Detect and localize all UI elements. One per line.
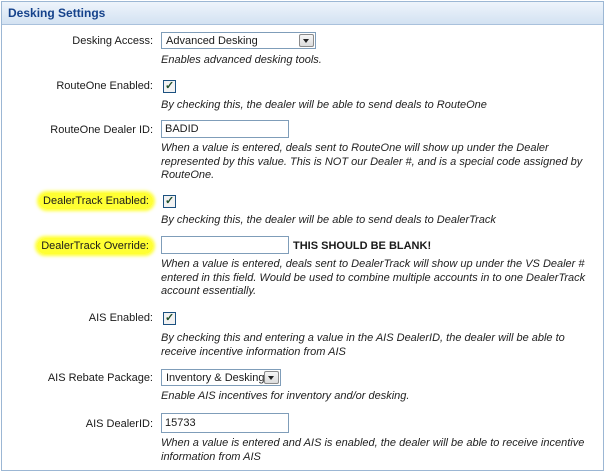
- desking-access-select[interactable]: Advanced Desking: [161, 32, 316, 49]
- routeone-enabled-checkbox[interactable]: ✓: [163, 80, 176, 93]
- ais-rebate-package-select[interactable]: Inventory & Desking: [161, 369, 281, 386]
- ais-dealer-id-value: 15733: [165, 417, 196, 429]
- routeone-dealer-id-value: BADID: [165, 123, 199, 135]
- routeone-enabled-label: RouteOne Enabled:: [56, 80, 153, 92]
- routeone-enabled-description: By checking this, the dealer will be abl…: [161, 99, 487, 111]
- dealertrack-enabled-description: By checking this, the dealer will be abl…: [161, 214, 496, 226]
- desking-access-label: Desking Access:: [72, 35, 153, 47]
- ais-rebate-package-value: Inventory & Desking: [166, 372, 265, 384]
- routeone-dealer-id-input[interactable]: BADID: [161, 120, 289, 138]
- blank-warning-note: THIS SHOULD BE BLANK!: [293, 240, 432, 252]
- routeone-dealer-id-description: When a value is entered, deals sent to R…: [161, 142, 583, 181]
- checkmark-icon: ✓: [165, 195, 175, 207]
- checkmark-icon: ✓: [165, 80, 175, 92]
- ais-dealer-id-description: When a value is entered and AIS is enabl…: [161, 437, 585, 463]
- dropdown-button[interactable]: [264, 371, 279, 384]
- desking-access-value: Advanced Desking: [166, 35, 258, 47]
- checkmark-icon: ✓: [165, 312, 175, 324]
- dealertrack-override-label: DealerTrack Override:: [37, 238, 153, 254]
- desking-access-description: Enables advanced desking tools.: [161, 54, 322, 66]
- ais-dealer-id-label: AIS DealerID:: [85, 418, 153, 430]
- desking-settings-panel: Desking Settings Desking Access: Advance…: [1, 1, 604, 471]
- panel-header: Desking Settings: [2, 2, 603, 25]
- dropdown-button[interactable]: [299, 34, 314, 47]
- ais-rebate-package-description: Enable AIS incentives for inventory and/…: [161, 390, 410, 402]
- ais-enabled-description: By checking this and entering a value in…: [161, 332, 565, 358]
- dealertrack-enabled-label: DealerTrack Enabled:: [39, 193, 153, 209]
- panel-title: Desking Settings: [8, 6, 106, 20]
- routeone-dealer-id-label: RouteOne Dealer ID:: [50, 124, 153, 136]
- dealertrack-override-description: When a value is entered, deals sent to D…: [161, 258, 586, 297]
- dealertrack-override-input[interactable]: [161, 236, 289, 254]
- ais-dealer-id-input[interactable]: 15733: [161, 413, 289, 433]
- chevron-down-icon: [303, 39, 309, 43]
- ais-enabled-checkbox[interactable]: ✓: [163, 312, 176, 325]
- ais-rebate-package-label: AIS Rebate Package:: [47, 372, 153, 384]
- ais-enabled-label: AIS Enabled:: [88, 312, 153, 324]
- chevron-down-icon: [268, 376, 274, 380]
- dealertrack-enabled-checkbox[interactable]: ✓: [163, 195, 176, 208]
